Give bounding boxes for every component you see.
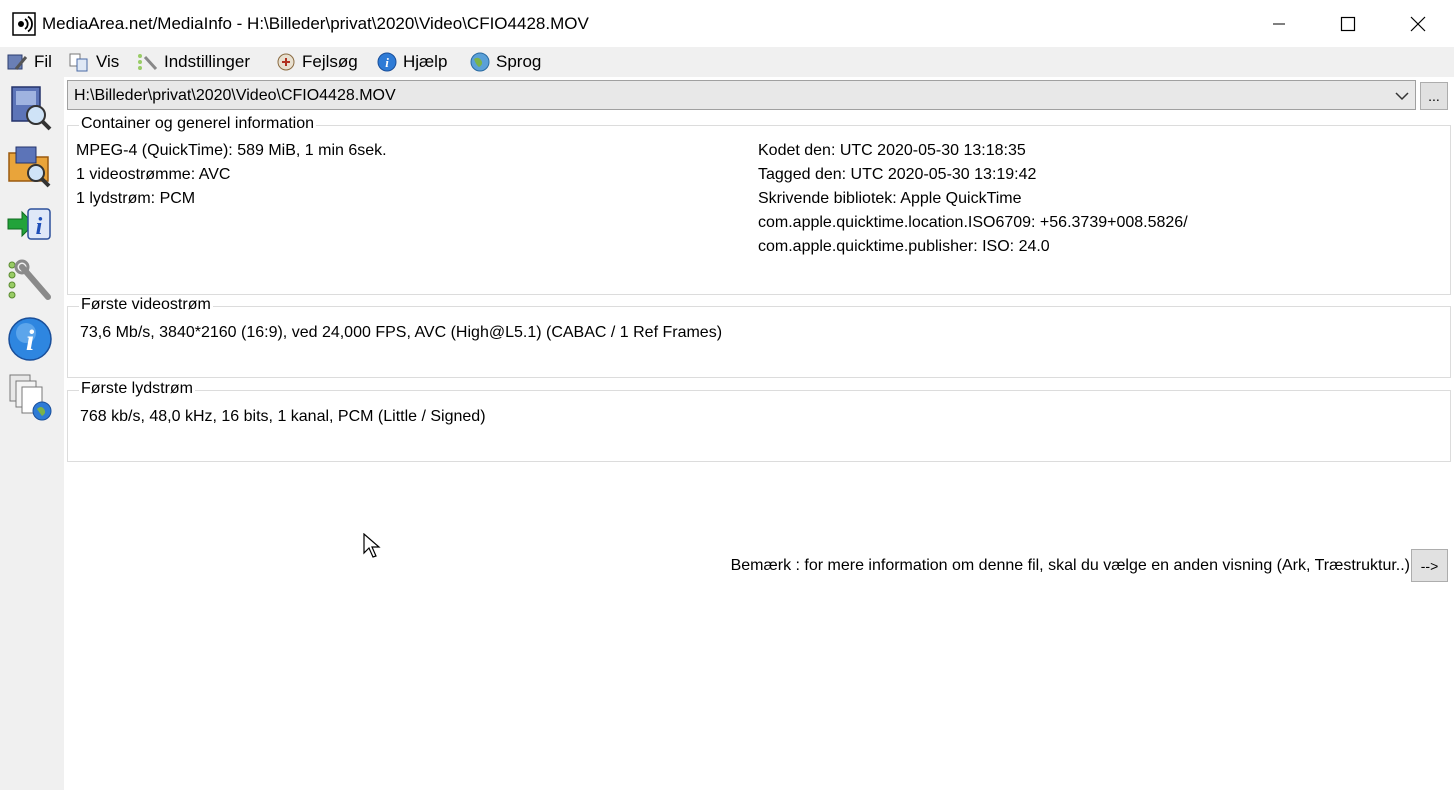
knowledge-base-button[interactable]	[5, 372, 55, 422]
general-info-title: Container og generel information	[79, 115, 317, 133]
minimize-icon	[1273, 23, 1285, 24]
general-right-line: Tagged den: UTC 2020-05-30 13:19:42	[758, 166, 1037, 183]
file-path-value: H:\Billeder\privat\2020\Video\CFIO4428.M…	[74, 87, 396, 104]
menu-bar: Fil Vis Indstillinger Fejlsøg i Hjælp Sp…	[0, 47, 1454, 77]
export-info-icon: i	[7, 208, 51, 240]
general-right-line: com.apple.quicktime.publisher: ISO: 24.0	[758, 238, 1050, 255]
general-right-line: com.apple.quicktime.location.ISO6709: +5…	[758, 214, 1188, 231]
knowledge-base-icon	[9, 374, 52, 421]
open-file-button[interactable]	[5, 82, 55, 132]
general-right-line: Skrivende bibliotek: Apple QuickTime	[758, 190, 1022, 207]
about-icon: i	[8, 317, 52, 361]
main-panel: H:\Billeder\privat\2020\Video\CFIO4428.M…	[64, 77, 1454, 790]
menu-sprog[interactable]: Sprog	[468, 50, 541, 74]
preferences-icon	[8, 259, 51, 300]
audio-stream-group: Første lydstrøm 768 kb/s, 48,0 kHz, 16 b…	[67, 380, 1451, 462]
more-info-note: Bemærk : for mere information om denne f…	[730, 557, 1410, 574]
preferences-button[interactable]	[5, 256, 55, 306]
settings-icon	[138, 54, 158, 71]
svg-text:i: i	[36, 214, 43, 240]
open-folder-icon	[8, 146, 51, 188]
menu-vis[interactable]: Vis	[68, 50, 119, 74]
view-icon	[69, 53, 88, 72]
minimize-button[interactable]	[1244, 0, 1314, 47]
file-tools-icon	[7, 54, 28, 70]
general-right-line: Kodet den: UTC 2020-05-30 13:18:35	[758, 142, 1026, 159]
about-button[interactable]: i	[5, 314, 55, 364]
video-stream-line: 73,6 Mb/s, 3840*2160 (16:9), ved 24,000 …	[80, 324, 723, 341]
maximize-icon	[1340, 16, 1356, 31]
audio-stream-title: Første lydstrøm	[79, 380, 195, 398]
audio-stream-line: 768 kb/s, 48,0 kHz, 16 bits, 1 kanal, PC…	[80, 408, 486, 425]
switch-view-button[interactable]: -->	[1411, 549, 1448, 582]
general-left-line: 1 lydstrøm: PCM	[76, 190, 196, 207]
svg-text:i: i	[385, 55, 389, 70]
browse-button[interactable]: ...	[1420, 82, 1448, 110]
debug-icon	[277, 53, 295, 71]
menu-fejlsog[interactable]: Fejlsøg	[274, 50, 358, 74]
menu-hjaelp[interactable]: i Hjælp	[375, 50, 447, 74]
close-button[interactable]	[1383, 0, 1453, 47]
export-button[interactable]: i	[5, 198, 55, 248]
menu-indstillinger[interactable]: Indstillinger	[136, 50, 250, 74]
help-icon: i	[377, 52, 397, 72]
title-bar: MediaArea.net/MediaInfo - H:\Billeder\pr…	[0, 0, 1454, 47]
video-stream-group: Første videostrøm 73,6 Mb/s, 3840*2160 (…	[67, 296, 1451, 378]
file-selector-combobox[interactable]: H:\Billeder\privat\2020\Video\CFIO4428.M…	[67, 80, 1416, 110]
window-title: MediaArea.net/MediaInfo - H:\Billeder\pr…	[42, 14, 589, 33]
menu-fil[interactable]: Fil	[6, 50, 52, 74]
close-icon	[1410, 16, 1426, 31]
svg-text:i: i	[26, 324, 35, 357]
general-left-line: MPEG-4 (QuickTime): 589 MiB, 1 min 6sek.	[76, 142, 387, 159]
video-stream-title: Første videostrøm	[79, 296, 213, 314]
open-folder-button[interactable]	[5, 140, 55, 190]
general-info-group: Container og generel information MPEG-4 …	[67, 115, 1451, 295]
globe-icon	[470, 52, 490, 72]
mediainfo-logo-icon	[12, 12, 36, 36]
general-left-line: 1 videostrømme: AVC	[76, 166, 231, 183]
open-file-icon	[11, 86, 52, 131]
mouse-cursor-icon	[363, 533, 381, 558]
chevron-down-icon[interactable]	[1393, 87, 1411, 105]
maximize-button[interactable]	[1313, 0, 1383, 47]
left-toolbar: i i	[0, 77, 64, 790]
